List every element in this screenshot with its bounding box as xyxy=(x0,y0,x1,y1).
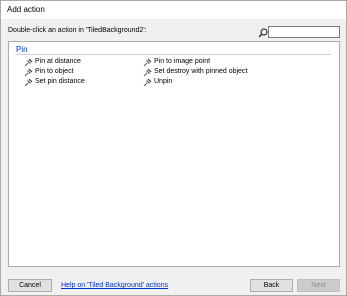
action-pin-at-distance[interactable]: Pin at distance xyxy=(24,57,81,67)
action-set-destroy-with-pinned-object[interactable]: Set destroy with pinned object xyxy=(143,67,247,77)
cancel-button[interactable]: Cancel xyxy=(8,279,52,292)
action-unpin[interactable]: Unpin xyxy=(143,77,172,87)
next-button[interactable]: Next xyxy=(297,279,340,292)
pin-icon xyxy=(24,78,33,86)
action-pin-to-image-point[interactable]: Pin to image point xyxy=(143,57,210,67)
help-link[interactable]: Help on 'Tiled Background' actions xyxy=(61,282,168,289)
action-pin-to-object[interactable]: Pin to object xyxy=(24,67,74,77)
group-divider xyxy=(15,54,331,55)
action-label: Set destroy with pinned object xyxy=(154,68,248,75)
group-header-pin: Pin xyxy=(16,45,28,54)
action-set-pin-distance[interactable]: Set pin distance xyxy=(24,77,85,87)
pin-icon xyxy=(143,58,152,66)
back-button[interactable]: Back xyxy=(250,279,293,292)
action-label: Pin at distance xyxy=(35,58,81,65)
add-action-dialog: Add action Double-click an action in 'Ti… xyxy=(0,0,347,296)
action-label: Set pin distance xyxy=(35,78,85,85)
action-label: Pin to image point xyxy=(154,58,211,65)
pin-icon xyxy=(24,58,33,66)
pin-icon xyxy=(143,68,152,76)
instruction-text: Double-click an action in 'TiledBackgrou… xyxy=(8,27,147,34)
title-bar: Add action xyxy=(1,1,346,19)
action-label: Unpin xyxy=(154,78,173,85)
window-title: Add action xyxy=(7,5,45,14)
pin-icon xyxy=(24,68,33,76)
search-icon xyxy=(258,28,268,38)
pin-icon xyxy=(143,78,152,86)
action-label: Pin to object xyxy=(35,68,74,75)
actions-list: Pin Pin at distance Pin to object Set pi… xyxy=(8,41,340,267)
search-input[interactable] xyxy=(268,26,340,38)
